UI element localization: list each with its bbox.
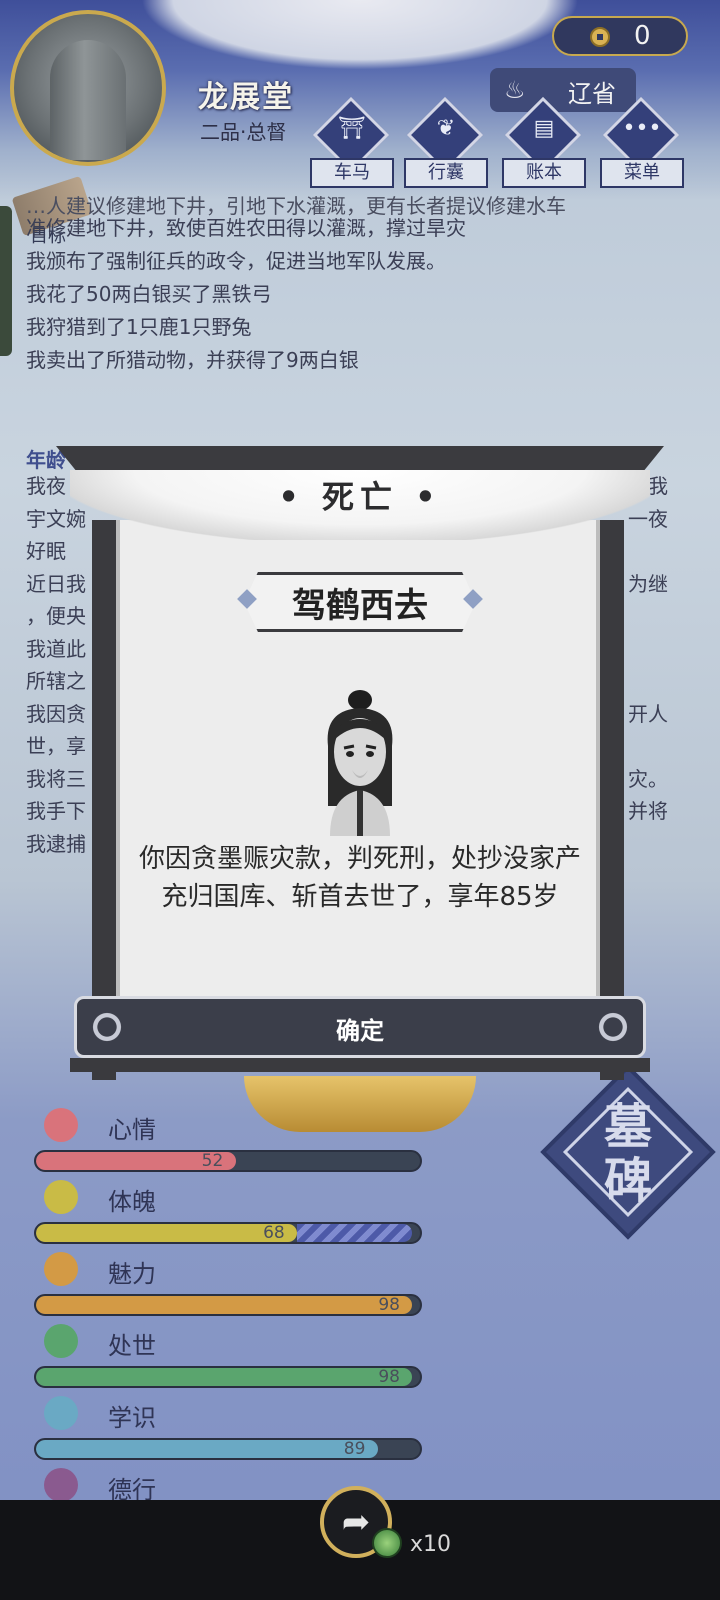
log-line: 好眠	[26, 539, 66, 563]
nav-carriage-button[interactable]: ⛩ 车马	[310, 96, 394, 190]
province-label: 辽省	[568, 80, 616, 108]
character-rank: 二品·总督	[200, 120, 287, 144]
worldly-icon	[44, 1324, 78, 1358]
log-line: 我将三	[26, 767, 86, 791]
log-line: 准修建地下井，致使百姓农田得以灌溉，撑过旱灾	[26, 216, 466, 240]
goal-tab[interactable]	[0, 206, 12, 356]
log-line: 我狩猎到了1只鹿1只野兔	[26, 315, 252, 339]
token-count: x10	[410, 1532, 452, 1557]
stat-bar-fill	[36, 1368, 413, 1386]
stat-bar: 89	[34, 1438, 422, 1460]
currency-value: 0	[634, 21, 651, 51]
dialog-subtitle: 驾鹤西去	[292, 586, 428, 626]
stat-value: 98	[378, 1367, 400, 1387]
log-line: 近日我	[26, 572, 86, 596]
nav-label: 菜单	[600, 158, 684, 188]
dialog-title: • 死亡 •	[278, 478, 442, 516]
flower-icon	[44, 1108, 78, 1142]
tombstone-avatar-image	[50, 40, 126, 160]
log-line: 我因贪	[26, 702, 86, 726]
log-line: 我手下	[26, 799, 86, 823]
log-line: 我逮捕	[26, 832, 86, 856]
log-line: 我颁布了强制征兵的政令，促进当地军队发展。	[26, 249, 446, 273]
frame-beam-bottom	[70, 1058, 650, 1072]
stat-bar: 52	[34, 1150, 422, 1172]
stat-bar: 98	[34, 1294, 422, 1316]
stat-bar-fill	[36, 1440, 378, 1458]
nav-label: 账本	[502, 158, 586, 188]
tombstone-label: 墓碑	[603, 1099, 652, 1209]
nav-ledger-button[interactable]: ▤ 账本	[502, 96, 586, 190]
stat-bar-fill	[36, 1224, 298, 1242]
stat-label: 处世	[108, 1332, 156, 1360]
log-line: 我花了50两白银买了黑铁弓	[26, 282, 272, 306]
nav-menu-button[interactable]: ••• 菜单	[600, 96, 684, 190]
confirm-button[interactable]: 确定	[74, 996, 646, 1058]
stat-value: 89	[343, 1439, 366, 1459]
physique-icon	[44, 1180, 78, 1214]
log-line: ，便央	[26, 604, 86, 628]
log-line: 世，享	[26, 734, 86, 758]
dialog-title-text: 死亡	[321, 478, 398, 516]
log-line-right: 灾。	[628, 767, 668, 791]
cloud-ornament	[140, 0, 580, 70]
confirm-label: 确定	[336, 1017, 384, 1045]
log-line-right: 并将	[628, 799, 668, 823]
stat-value: 52	[201, 1151, 224, 1171]
nav-bag-button[interactable]: ❦ 行囊	[404, 96, 488, 190]
coin-icon	[590, 27, 610, 47]
log-line: 所辖之	[26, 669, 86, 693]
charm-icon	[44, 1252, 78, 1286]
books-icon	[44, 1396, 78, 1430]
log-line-right: 为继	[628, 572, 668, 596]
stat-bar-fill	[36, 1296, 413, 1314]
log-line: 我卖出了所猎动物，并获得了9两白银	[26, 348, 359, 372]
stat-bar-bonus	[297, 1224, 413, 1242]
token-icon	[372, 1528, 402, 1558]
character-portrait	[327, 690, 393, 836]
stat-value: 68	[263, 1223, 285, 1243]
stat-bar: 68	[34, 1222, 422, 1244]
currency-display: 0	[552, 16, 688, 56]
stat-label: 学识	[108, 1404, 156, 1432]
nav-label: 行囊	[404, 158, 488, 188]
character-name: 龙展堂	[198, 80, 294, 115]
avatar[interactable]	[10, 10, 166, 166]
stat-label: 心情	[108, 1116, 156, 1144]
nav-label: 车马	[310, 158, 394, 188]
log-line-right: 开人	[628, 702, 668, 726]
gold-ornament	[244, 1076, 476, 1132]
log-line: 我道此	[26, 637, 86, 661]
stat-value: 98	[378, 1295, 400, 1315]
virtue-icon	[44, 1468, 78, 1502]
death-message: 你因贪墨赈灾款，判死刑，处抄没家产充归国库、斩首去世了，享年85岁	[138, 844, 581, 912]
stat-bar: 98	[34, 1366, 422, 1388]
stat-label: 魅力	[108, 1260, 156, 1288]
share-icon: ➦	[341, 1502, 371, 1542]
stat-label: 体魄	[108, 1188, 156, 1216]
province-button[interactable]: ♨ 辽省	[490, 68, 636, 112]
